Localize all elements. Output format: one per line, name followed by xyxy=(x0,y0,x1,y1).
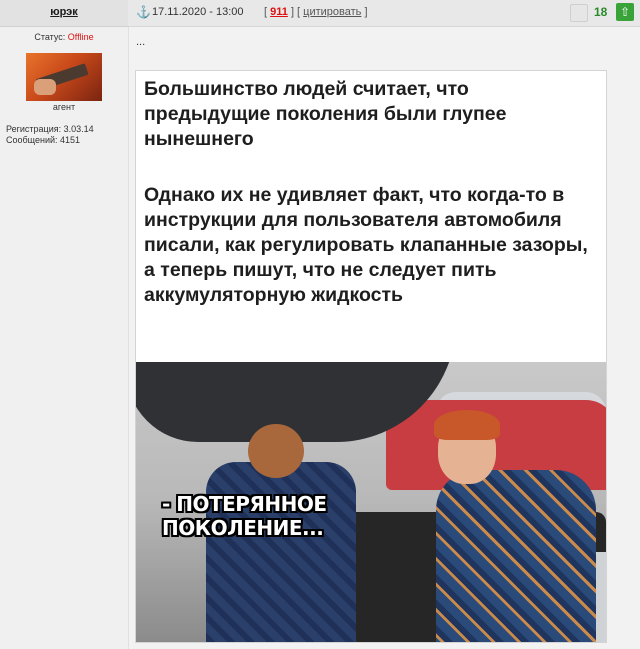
avatar-hand-shape xyxy=(34,79,56,95)
quote-link[interactable]: цитировать xyxy=(303,6,361,18)
username-bar: юрэк xyxy=(0,0,128,27)
boy-hair xyxy=(434,410,500,440)
man-figure xyxy=(206,462,356,642)
meme-caption: - ПОТЕРЯННОЕ ПОКОЛЕНИЕ... xyxy=(162,492,327,540)
avatar[interactable] xyxy=(26,53,102,101)
author-username[interactable]: юрэк xyxy=(0,6,128,18)
meme-image[interactable]: Большинство людей считает, что предыдущи… xyxy=(135,70,607,643)
author-sidebar: юрэк Статус: Offline агент Регистрация: … xyxy=(0,0,129,649)
anchor-icon[interactable]: ⚓ xyxy=(136,5,151,19)
post-date: 17.11.2020 - 13:00 xyxy=(152,6,244,18)
post-number-link[interactable]: 911 xyxy=(270,6,288,18)
meme-paragraph-2: Однако их не удивляет факт, что когда-то… xyxy=(144,184,588,306)
status-offline: Offline xyxy=(67,32,94,42)
bracket-close: ] xyxy=(364,6,368,18)
rating-count: 18 xyxy=(594,5,608,19)
meme-paragraph-1: Большинство людей считает, что предыдущи… xyxy=(144,78,507,150)
meme-photo: - ПОТЕРЯННОЕ ПОКОЛЕНИЕ... xyxy=(136,362,606,642)
author-status: Статус: Offline xyxy=(0,32,128,42)
man-head xyxy=(248,424,304,478)
post-header: ⚓ 17.11.2020 - 13:00 [ 911 ] [ цитироват… xyxy=(128,0,640,27)
status-label: Статус: xyxy=(34,32,66,42)
vote-up-button[interactable]: ⇧ xyxy=(616,3,634,21)
post-links: [ 911 ] [ цитировать ] xyxy=(264,6,368,18)
bracket-open: [ xyxy=(264,6,268,18)
bracket-sep: ] [ xyxy=(290,6,301,18)
author-rank: агент xyxy=(52,102,76,112)
author-messages: Сообщений: 4151 xyxy=(6,135,81,145)
author-registration: Регистрация: 3.03.14 xyxy=(6,124,94,134)
boy-figure xyxy=(436,470,596,642)
post-body-text: ... xyxy=(136,36,146,48)
vote-down-button[interactable] xyxy=(570,4,588,22)
